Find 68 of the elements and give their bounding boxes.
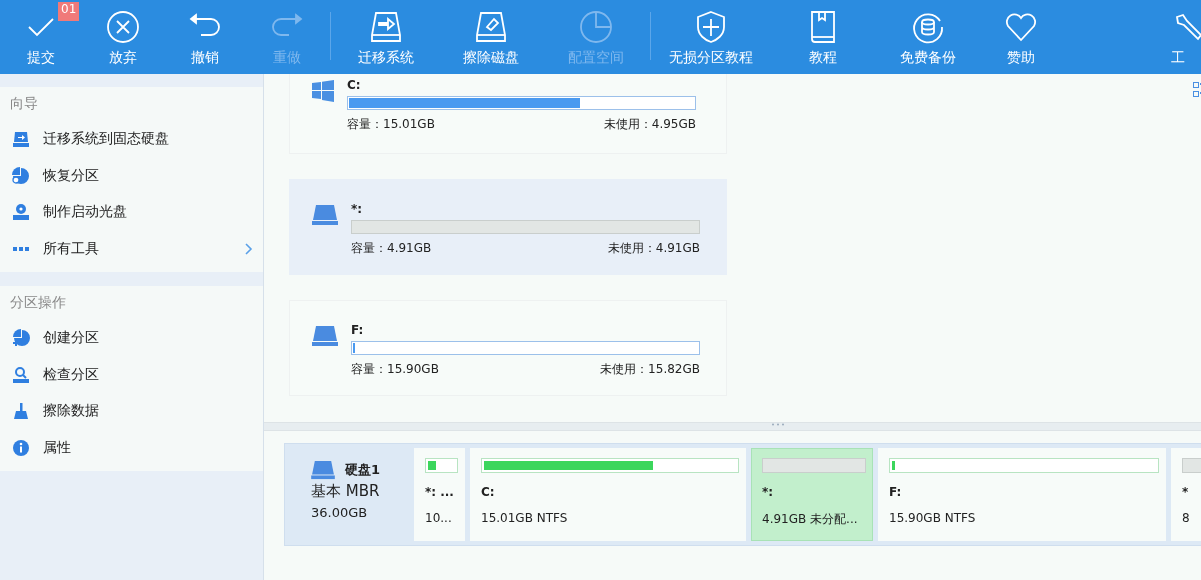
disk-name: 硬盘1 [345, 461, 381, 479]
partition-name: F: [351, 323, 365, 339]
sidebar-item[interactable]: 迁移系统到固态硬盘 [0, 121, 263, 158]
sidebar-item[interactable]: 恢复分区 [0, 157, 263, 194]
partition-block[interactable]: * 8 [1171, 448, 1201, 541]
toolbar-button[interactable]: 教程 [769, 0, 876, 74]
partition-name: *: [351, 202, 364, 218]
partition-name: *: [762, 485, 775, 499]
toolbar-button[interactable]: 无损分区教程 [653, 0, 769, 74]
section-title: 向导 [9, 94, 39, 113]
toolbar-button[interactable]: 放弃 [82, 0, 164, 74]
disc-drive-icon [12, 203, 30, 222]
usage-bar [1182, 458, 1201, 473]
drive-icon [312, 325, 338, 347]
sidebar-item[interactable]: 检查分区 [0, 356, 263, 393]
partition-info: 10... [425, 511, 453, 525]
dots-icon [13, 246, 29, 251]
free-space-text: 未使用：15.82GB [600, 361, 700, 378]
partition-card[interactable]: C: 容量：15.01GB 未使用：4.95GB [289, 74, 727, 154]
count-badge: 01 [58, 2, 80, 21]
capacity-text: 容量：4.91GB [351, 240, 432, 257]
partition-block[interactable]: *: 4.91GB 未分配... [751, 448, 873, 541]
partition-block[interactable]: F: 15.90GB NTFS [878, 448, 1166, 541]
toolbar-button[interactable]: 擦除磁盘 [438, 0, 543, 74]
capacity-text: 容量：15.90GB [351, 361, 439, 378]
free-space-text: 未使用：4.91GB [607, 240, 700, 257]
partition-info: 8 [1182, 511, 1191, 525]
partition-card[interactable]: *: 容量：4.91GB 未使用：4.91GB [289, 179, 727, 275]
pie-restore-icon [12, 166, 30, 185]
partition-name: F: [889, 485, 903, 499]
partition-name: C: [347, 78, 362, 94]
partition-block[interactable]: C: 15.01GB NTFS [470, 448, 746, 541]
partition-name: *: ... [425, 485, 455, 499]
drive-search-icon [12, 365, 30, 384]
section-title: 分区操作 [9, 293, 67, 312]
disk-size: 36.00GB [311, 505, 369, 520]
partition-info: 15.01GB NTFS [481, 511, 569, 525]
sidebar-item[interactable]: 所有工具 [0, 230, 263, 267]
partition-block[interactable]: *: ... 10... [414, 448, 465, 541]
broom-icon [12, 402, 30, 421]
partition-info: 15.90GB NTFS [889, 511, 977, 525]
sidebar-item[interactable]: 擦除数据 [0, 393, 263, 430]
close-icon [105, 9, 141, 45]
toolbar-button[interactable]: 提交 01 [0, 0, 82, 74]
grip-icon[interactable] [770, 423, 785, 426]
drive-icon [311, 460, 335, 480]
toolbar-button[interactable]: 迁移系统 [333, 0, 438, 74]
toolbar-button[interactable]: 工 [1159, 0, 1201, 74]
sidebar-item[interactable]: 制作启动光盘 [0, 194, 263, 231]
toolbar-button[interactable]: 撤销 [164, 0, 246, 74]
info-icon [12, 438, 30, 457]
free-space-text: 未使用：4.95GB [603, 116, 696, 133]
pie-chart-icon [577, 9, 614, 45]
disk-card[interactable]: 硬盘1 基本 MBR 36.00GB [285, 448, 409, 541]
sidebar-item[interactable]: 创建分区 [0, 320, 263, 357]
drive-icon [312, 204, 338, 226]
partition-info: 4.91GB 未分配... [762, 511, 859, 528]
toolbar-button[interactable]: 赞助 [979, 0, 1062, 74]
drive-arrow-icon [12, 130, 30, 149]
sidebar-item[interactable]: 属性 [0, 429, 263, 466]
windows-icon [312, 80, 334, 102]
toolbar-button[interactable]: 免费备份 [876, 0, 979, 74]
disk-type: 基本 MBR [311, 482, 381, 501]
partition-name: C: [481, 485, 496, 499]
partition-name: * [1182, 485, 1190, 499]
capacity-text: 容量：15.01GB [347, 116, 435, 133]
partition-card[interactable]: F: 容量：15.90GB 未使用：15.82GB [289, 300, 727, 396]
pie-plus-icon [12, 329, 30, 348]
